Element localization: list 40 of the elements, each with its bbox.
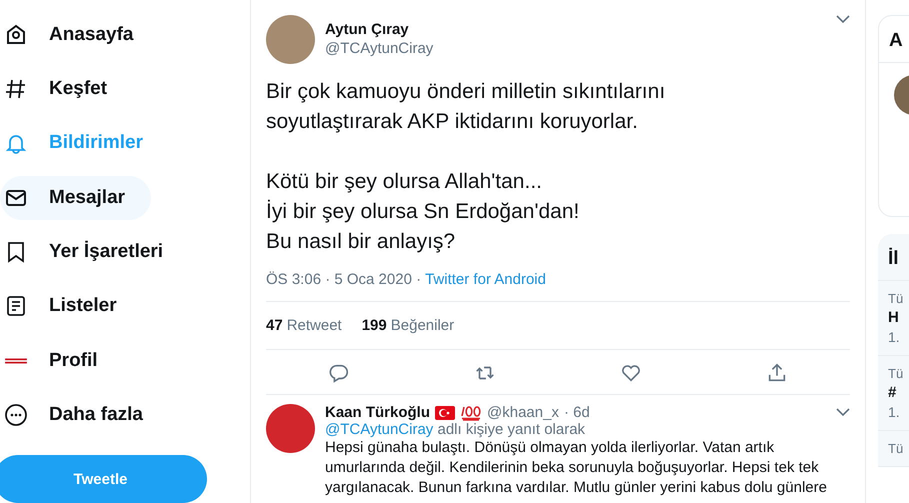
speech-bubble-icon[interactable] <box>328 362 350 384</box>
trend-category: Tü <box>888 366 904 381</box>
reply-text: Hepsi günaha bulaştı. Dönüşü olmayan yolda ilerliyorlar. Vatan artık umurlarında değil. Kendilerinin beka sorunuyla boğuşuyorlar. Hepsi tek tek yargılanacak. Bunun farkına vardılar. Mutlu günler yerini kabus dolu günlere <box>325 438 828 498</box>
avatar[interactable] <box>266 404 315 453</box>
house-icon <box>4 22 28 47</box>
trends-title: İl <box>878 234 909 281</box>
list-icon <box>4 294 28 318</box>
share-icon[interactable] <box>766 362 788 384</box>
nav-item[interactable]: Profil <box>0 338 108 382</box>
author-handle[interactable]: @TCAytunCiray <box>325 40 826 57</box>
card-title: A <box>879 16 909 63</box>
chevron-down-icon[interactable] <box>836 15 850 24</box>
chevron-down-icon[interactable] <box>836 408 850 417</box>
author-name[interactable]: Kaan Türkoğlu <box>325 404 430 421</box>
reply-handle[interactable]: @khaan_x <box>487 404 559 421</box>
heart-icon[interactable] <box>620 362 642 384</box>
nav-item[interactable]: Yer İşaretleri <box>0 230 174 274</box>
trend-category: Tü <box>888 291 904 306</box>
flag-icon <box>435 406 456 420</box>
nav-item[interactable]: Anasayfa <box>0 13 144 57</box>
tweet-text: Bir çok kamuoyu önderi milletin sıkıntılarını soyutlaştırarak AKP iktidarını koruyorlar. Kötü bir şey olursa Allah'tan... İyi bir şey olursa Sn Erdoğan'dan! Bu nasıl bir anlayış? <box>265 79 666 255</box>
trend-category: Tü <box>888 441 904 456</box>
hundred-points-icon <box>460 404 482 420</box>
tweet-timestamp[interactable]: ÖS 3:06 · 5 Oca 2020 · <box>266 271 422 288</box>
tweet-stat[interactable]: 199 Beğeniler <box>362 317 454 334</box>
logo-icon <box>4 358 28 364</box>
nav-item[interactable]: Mesajlar <box>0 176 152 220</box>
reply-age[interactable]: · 6d <box>564 404 590 421</box>
trend-count: 1. <box>888 404 901 420</box>
trend-count: 1. <box>888 329 901 345</box>
nav-item[interactable]: Daha fazla <box>0 392 153 437</box>
reply-context: @TCAytunCiray adlı kişiye yanıt olarak <box>325 421 586 438</box>
trend-name[interactable]: H <box>888 309 909 326</box>
trend-name[interactable]: # <box>888 384 909 401</box>
tweet-stat[interactable]: 47 Retweet <box>266 317 342 334</box>
nav-item[interactable]: Keşfet <box>0 67 118 112</box>
avatar[interactable] <box>266 15 315 64</box>
more-icon <box>4 402 28 427</box>
nav-item[interactable]: Listeler <box>0 284 127 328</box>
author-name[interactable]: Aytun Çıray <box>325 15 826 38</box>
